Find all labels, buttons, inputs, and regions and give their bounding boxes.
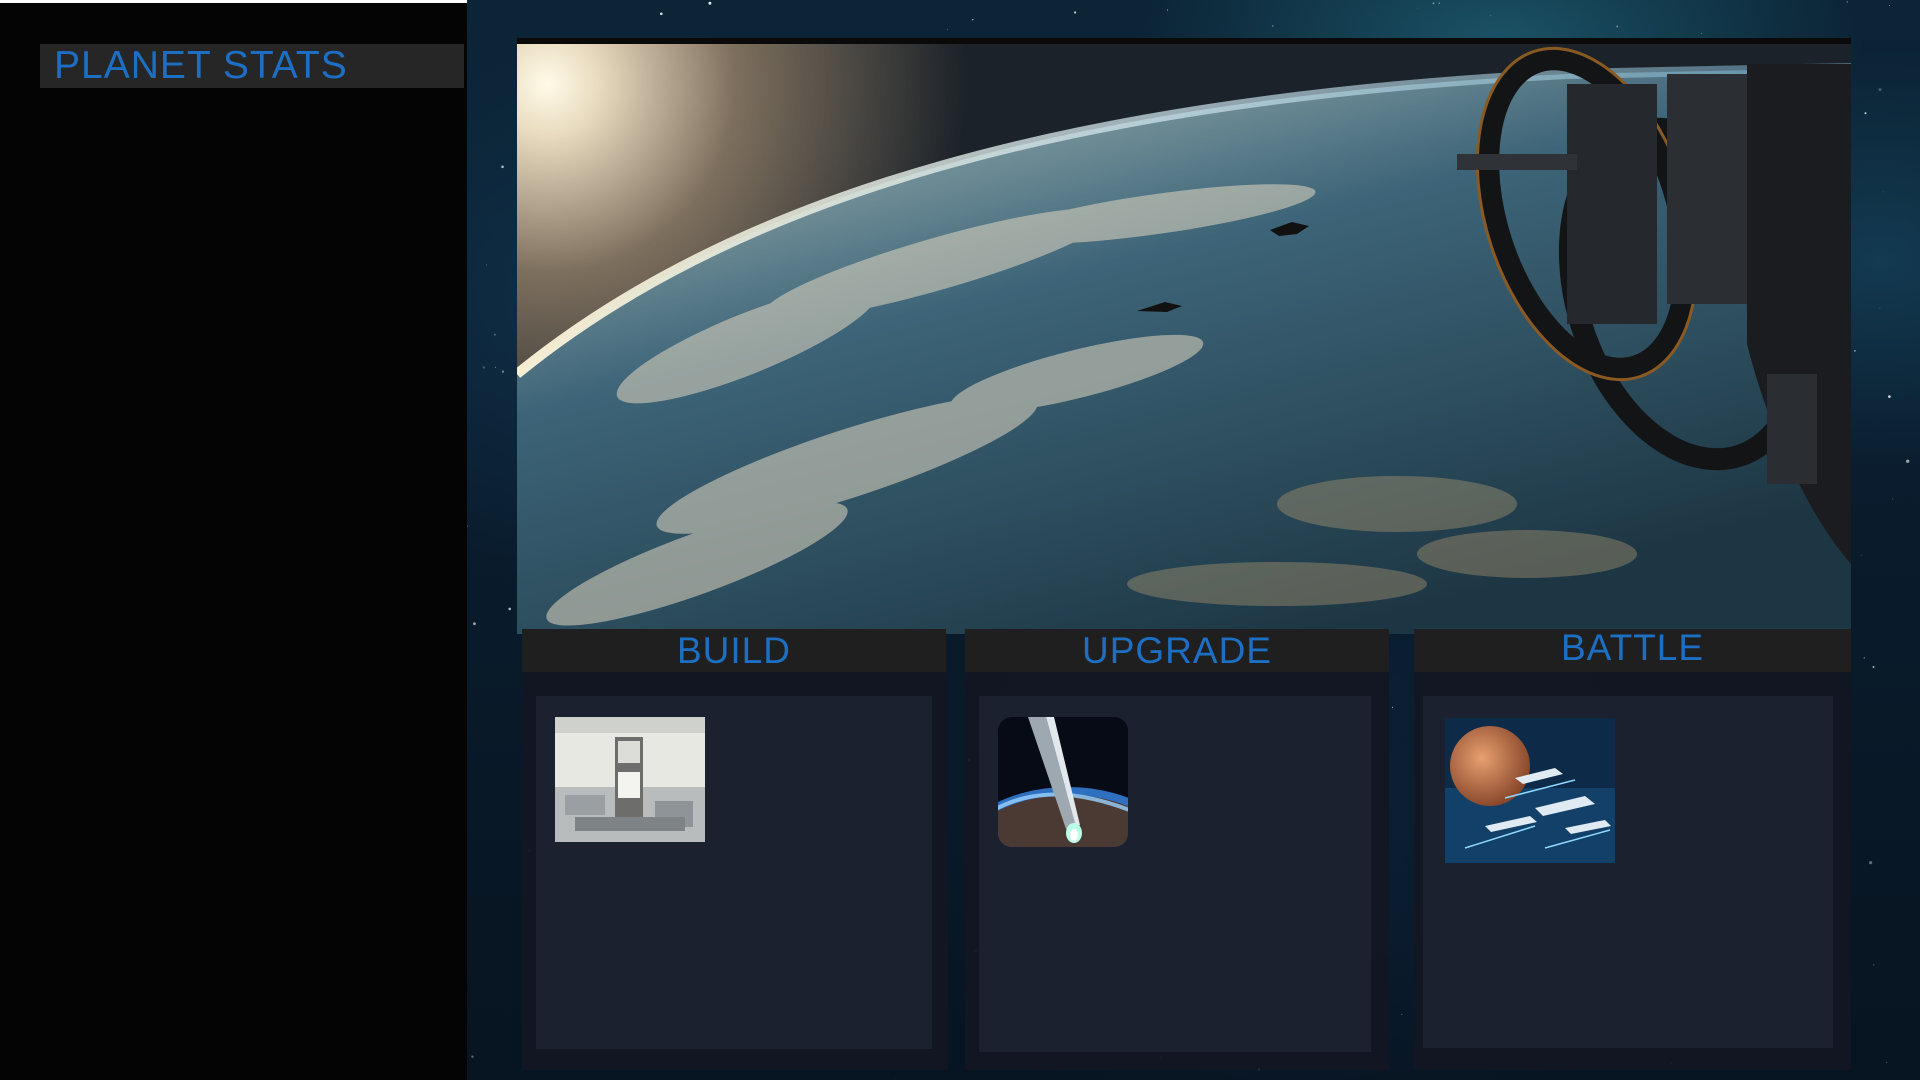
star xyxy=(1906,459,1910,463)
build-panel xyxy=(522,672,948,1070)
planet-stats-sidebar: PLANET STATS xyxy=(0,0,467,1080)
star xyxy=(1889,5,1890,7)
build-thumbnail[interactable] xyxy=(555,717,705,842)
tab-battle[interactable]: BATTLE xyxy=(1414,629,1851,672)
star xyxy=(486,264,487,266)
star xyxy=(1860,555,1862,556)
sidebar-top-border xyxy=(0,0,467,3)
tab-build-label: BUILD xyxy=(677,630,791,671)
planet-stats-header: PLANET STATS xyxy=(40,44,464,88)
fleet-battle-near-red-planet-image xyxy=(1445,718,1615,863)
star xyxy=(501,370,505,373)
star xyxy=(1417,7,1419,9)
star xyxy=(1438,2,1440,4)
star xyxy=(508,607,511,611)
tab-battle-label: BATTLE xyxy=(1560,627,1705,668)
planet-orbit-hero-image xyxy=(517,38,1851,634)
star xyxy=(1853,349,1856,352)
battle-thumbnail[interactable] xyxy=(1445,718,1615,863)
tab-upgrade[interactable]: UPGRADE xyxy=(965,629,1389,672)
battle-panel-content xyxy=(1423,696,1833,1048)
star xyxy=(659,12,663,16)
star xyxy=(1701,33,1702,35)
ship-launch-over-planet-image xyxy=(998,717,1128,847)
planet-orbit-scene xyxy=(517,44,1851,634)
star xyxy=(1879,307,1881,309)
star xyxy=(972,19,974,21)
star xyxy=(1616,25,1619,28)
tab-build[interactable]: BUILD xyxy=(522,629,946,672)
game-screen: PLANET STATS BUILD UPGRADE BATTLE xyxy=(0,0,1920,1080)
star xyxy=(1892,498,1893,500)
star xyxy=(1167,9,1169,11)
upgrade-panel xyxy=(965,672,1389,1070)
star xyxy=(1872,666,1875,668)
star xyxy=(1401,1013,1403,1015)
star xyxy=(894,1078,896,1079)
upgrade-panel-content xyxy=(979,696,1371,1052)
upgrade-thumbnail[interactable] xyxy=(998,717,1128,847)
star xyxy=(708,1,712,5)
star xyxy=(482,366,486,369)
star xyxy=(1882,191,1884,193)
spacecraft-assembly-facility-image xyxy=(555,717,705,842)
star xyxy=(1864,112,1867,115)
star xyxy=(1873,964,1875,966)
tab-upgrade-label: UPGRADE xyxy=(1082,630,1272,671)
star xyxy=(473,622,476,626)
star xyxy=(1878,88,1882,92)
star xyxy=(1863,657,1866,659)
star xyxy=(1073,11,1077,14)
battle-panel xyxy=(1414,672,1851,1070)
star xyxy=(495,366,496,368)
build-panel-content xyxy=(536,696,932,1049)
star xyxy=(946,29,948,31)
star xyxy=(1272,25,1274,27)
star xyxy=(1886,1061,1888,1064)
star xyxy=(493,333,497,336)
star xyxy=(1490,15,1492,17)
star xyxy=(501,165,504,169)
star xyxy=(1432,2,1435,5)
star xyxy=(1846,1,1849,3)
star xyxy=(471,1055,474,1058)
star xyxy=(1888,395,1891,398)
planet-stats-title: PLANET STATS xyxy=(54,44,348,87)
star xyxy=(1869,861,1873,865)
star xyxy=(1391,706,1394,708)
